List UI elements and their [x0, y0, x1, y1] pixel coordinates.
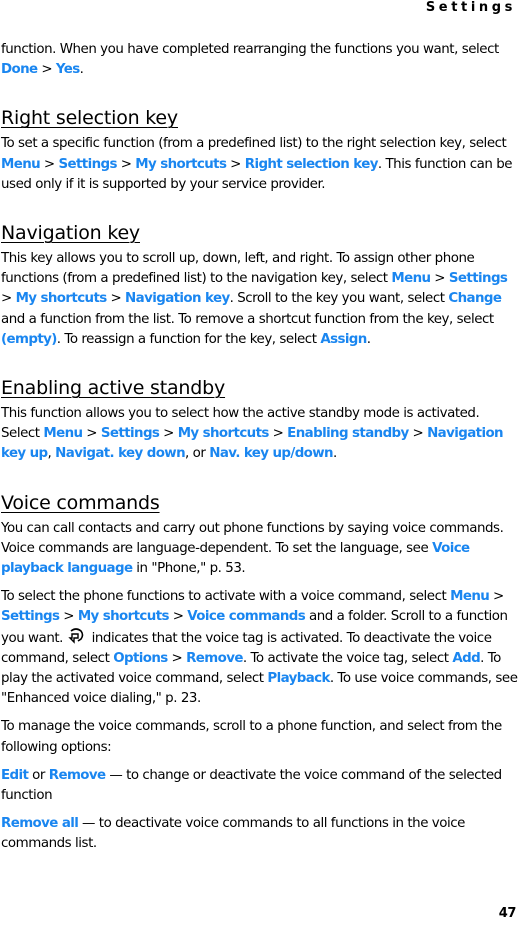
link-settings[interactable]: Settings: [449, 271, 508, 286]
link-my-shortcuts[interactable]: My shortcuts: [135, 157, 227, 172]
link-yes[interactable]: Yes: [56, 62, 80, 77]
heading-voice-commands: Voice commands: [1, 491, 160, 514]
section-header: Settings: [425, 0, 516, 15]
link-enabling-standby[interactable]: Enabling standby: [287, 426, 409, 441]
link-navigation-key[interactable]: Navigation key: [125, 291, 230, 306]
link-menu[interactable]: Menu: [450, 589, 490, 604]
page-number: 47: [498, 906, 517, 921]
link-menu[interactable]: Menu: [43, 426, 83, 441]
link-remove[interactable]: Remove: [49, 768, 106, 783]
option-item-remove-all: Remove all — to deactivate voice command…: [1, 816, 465, 852]
link-my-shortcuts[interactable]: My shortcuts: [78, 609, 170, 624]
voice-commands-paragraph-3: To manage the voice commands, scroll to …: [1, 719, 502, 755]
link-done[interactable]: Done: [1, 62, 38, 77]
option-item-edit-remove: Edit or Remove — to change or deactivate…: [1, 767, 502, 804]
link-menu[interactable]: Menu: [391, 271, 431, 286]
link-options[interactable]: Options: [113, 651, 168, 666]
heading-navigation-key: Navigation key: [1, 222, 140, 245]
link-add[interactable]: Add: [452, 651, 480, 666]
link-assign[interactable]: Assign: [320, 332, 367, 347]
document-body: function. When you have completed rearra…: [1, 40, 519, 863]
voice-tag-icon: [67, 627, 85, 644]
link-edit[interactable]: Edit: [1, 768, 29, 783]
heading-right-selection-key: Right selection key: [1, 107, 178, 130]
link-my-shortcuts[interactable]: My shortcuts: [178, 426, 270, 441]
link-playback[interactable]: Playback: [267, 671, 330, 686]
link-voice-commands[interactable]: Voice commands: [187, 609, 305, 624]
navigation-key-paragraph: This key allows you to scroll up, down, …: [1, 251, 508, 347]
heading-enabling-active-standby: Enabling active standby: [1, 377, 226, 400]
link-remove[interactable]: Remove: [186, 651, 243, 666]
link-my-shortcuts[interactable]: My shortcuts: [16, 291, 108, 306]
link-remove-all[interactable]: Remove all: [1, 816, 79, 831]
link-menu[interactable]: Menu: [1, 157, 41, 172]
link-settings[interactable]: Settings: [58, 157, 117, 172]
active-standby-paragraph: This function allows you to select how t…: [1, 406, 504, 462]
link-navigat-key-down[interactable]: Navigat. key down: [55, 446, 185, 461]
voice-commands-paragraph-1: You can call contacts and carry out phon…: [1, 520, 504, 577]
voice-commands-paragraph-2: To select the phone functions to activat…: [1, 589, 518, 707]
intro-paragraph: function. When you have completed rearra…: [1, 42, 499, 78]
link-right-selection-key[interactable]: Right selection key: [245, 157, 379, 172]
link-change[interactable]: Change: [448, 291, 502, 306]
link-nav-key-up-down[interactable]: Nav. key up/down: [209, 446, 333, 461]
right-selection-key-paragraph: To set a specific function (from a prede…: [1, 136, 513, 192]
link-settings[interactable]: Settings: [1, 609, 60, 624]
link-empty[interactable]: (empty): [1, 332, 57, 347]
link-settings[interactable]: Settings: [101, 426, 160, 441]
